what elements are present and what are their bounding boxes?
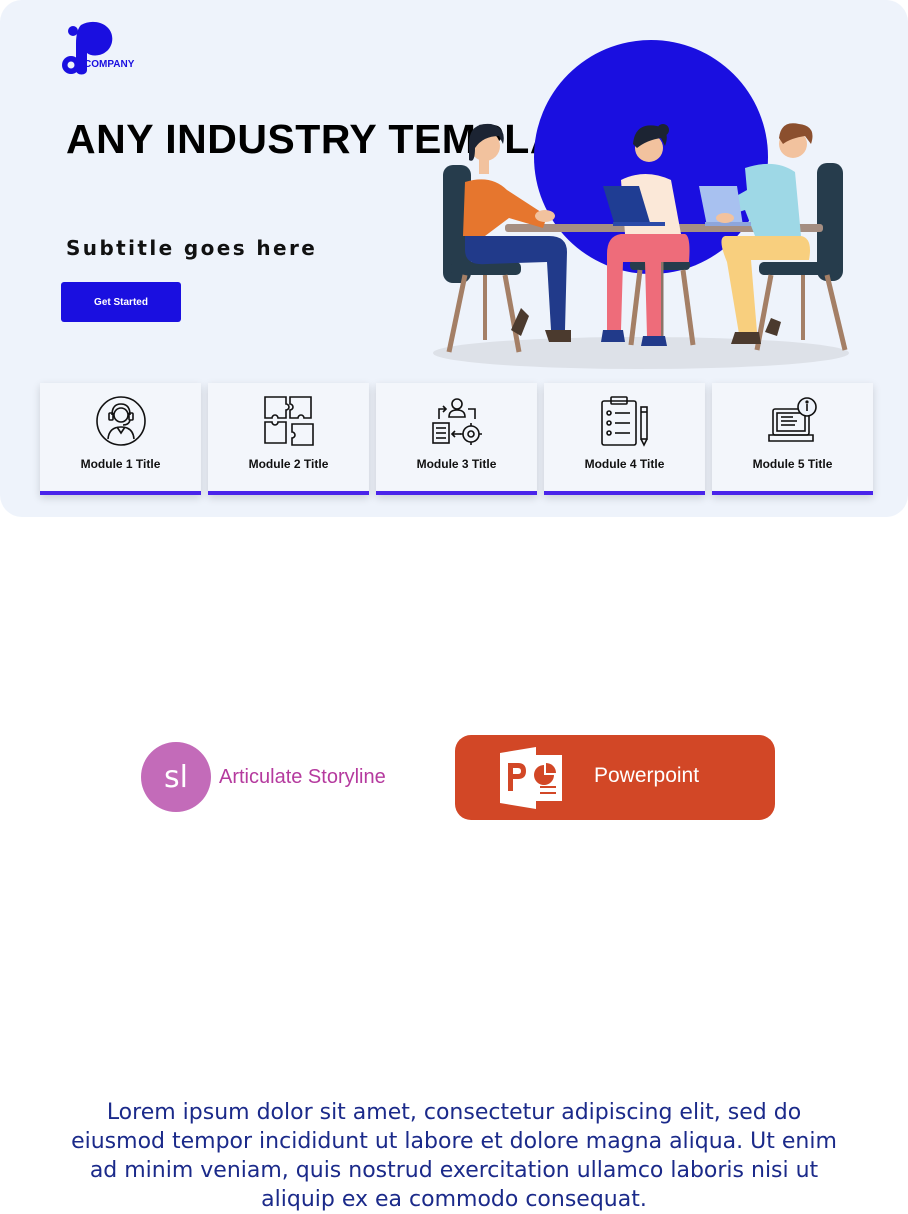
module-card-3[interactable]: Module 3 Title	[376, 383, 537, 495]
module-card-4[interactable]: Module 4 Title	[544, 383, 705, 495]
checklist-clipboard-icon	[601, 396, 648, 447]
storyline-logo-icon: sl	[141, 742, 211, 812]
module-card-5[interactable]: Module 5 Title	[712, 383, 873, 495]
module-title: Module 4 Title	[584, 457, 665, 471]
powerpoint-button[interactable]: Powerpoint	[455, 735, 775, 820]
laptop-info-icon	[768, 397, 817, 442]
body-paragraph: Lorem ipsum dolor sit amet, consectetur …	[71, 1100, 837, 1212]
module-title: Module 2 Title	[248, 457, 329, 471]
module-title: Module 1 Title	[80, 457, 161, 471]
module-list: Module 1 Title Module 2 Title Module 3 T…	[40, 383, 873, 495]
logo-text: COMPANY	[84, 59, 135, 70]
page-subtitle: Subtitle goes here	[66, 236, 318, 260]
get-started-button[interactable]: Get Started	[61, 282, 181, 322]
customer-support-icon	[96, 396, 146, 446]
workflow-gear-icon	[432, 398, 482, 445]
powerpoint-logo-icon	[500, 747, 562, 809]
team-meeting-illustration	[433, 40, 849, 369]
module-title: Module 5 Title	[752, 457, 833, 471]
storyline-label: Articulate Storyline	[219, 766, 386, 788]
module-title: Module 3 Title	[416, 457, 497, 471]
powerpoint-label: Powerpoint	[594, 764, 700, 787]
module-card-1[interactable]: Module 1 Title	[40, 383, 201, 495]
puzzle-icon	[264, 396, 314, 446]
module-card-2[interactable]: Module 2 Title	[208, 383, 369, 495]
